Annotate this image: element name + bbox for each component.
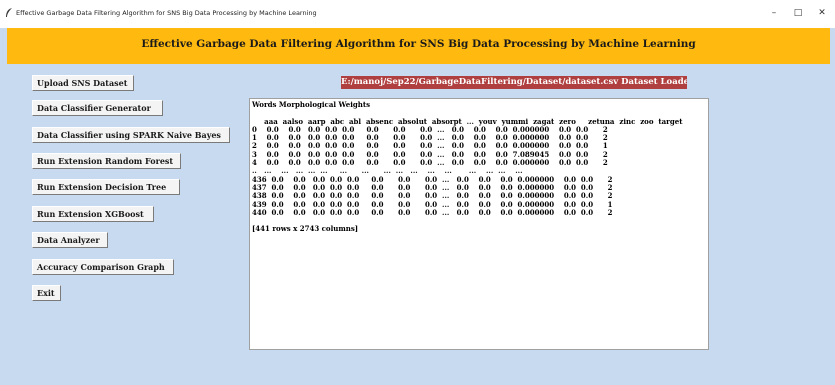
- output-text-area[interactable]: Words Morphological Weights aaa aalso aa…: [249, 98, 709, 350]
- random-forest-button[interactable]: Run Extension Random Forest: [32, 153, 181, 169]
- close-button[interactable]: ✕: [811, 4, 833, 22]
- spark-naive-bayes-button[interactable]: Data Classifier using SPARK Naive Bayes: [32, 127, 230, 143]
- page-title: Effective Garbage Data Filtering Algorit…: [141, 38, 696, 50]
- data-classifier-generator-button[interactable]: Data Classifier Generator: [32, 100, 163, 116]
- decision-tree-button[interactable]: Run Extension Decision Tree: [32, 179, 180, 195]
- header-banner: Effective Garbage Data Filtering Algorit…: [7, 28, 830, 64]
- minimize-button[interactable]: –: [763, 4, 785, 22]
- data-analyzer-button[interactable]: Data Analyzer: [32, 232, 108, 248]
- accuracy-graph-button[interactable]: Accuracy Comparison Graph: [32, 259, 174, 275]
- feather-icon: [6, 8, 12, 17]
- output-text: Words Morphological Weights aaa aalso aa…: [252, 100, 683, 234]
- status-label: E:/manoj/Sep22/GarbageDataFiltering/Data…: [341, 76, 687, 89]
- window-title: Effective Garbage Data Filtering Algorit…: [16, 9, 317, 17]
- exit-button[interactable]: Exit: [32, 285, 61, 301]
- window-titlebar: Effective Garbage Data Filtering Algorit…: [0, 0, 835, 28]
- upload-dataset-button[interactable]: Upload SNS Dataset: [32, 75, 134, 91]
- maximize-button[interactable]: □: [787, 4, 809, 22]
- xgboost-button[interactable]: Run Extension XGBoost: [32, 206, 154, 222]
